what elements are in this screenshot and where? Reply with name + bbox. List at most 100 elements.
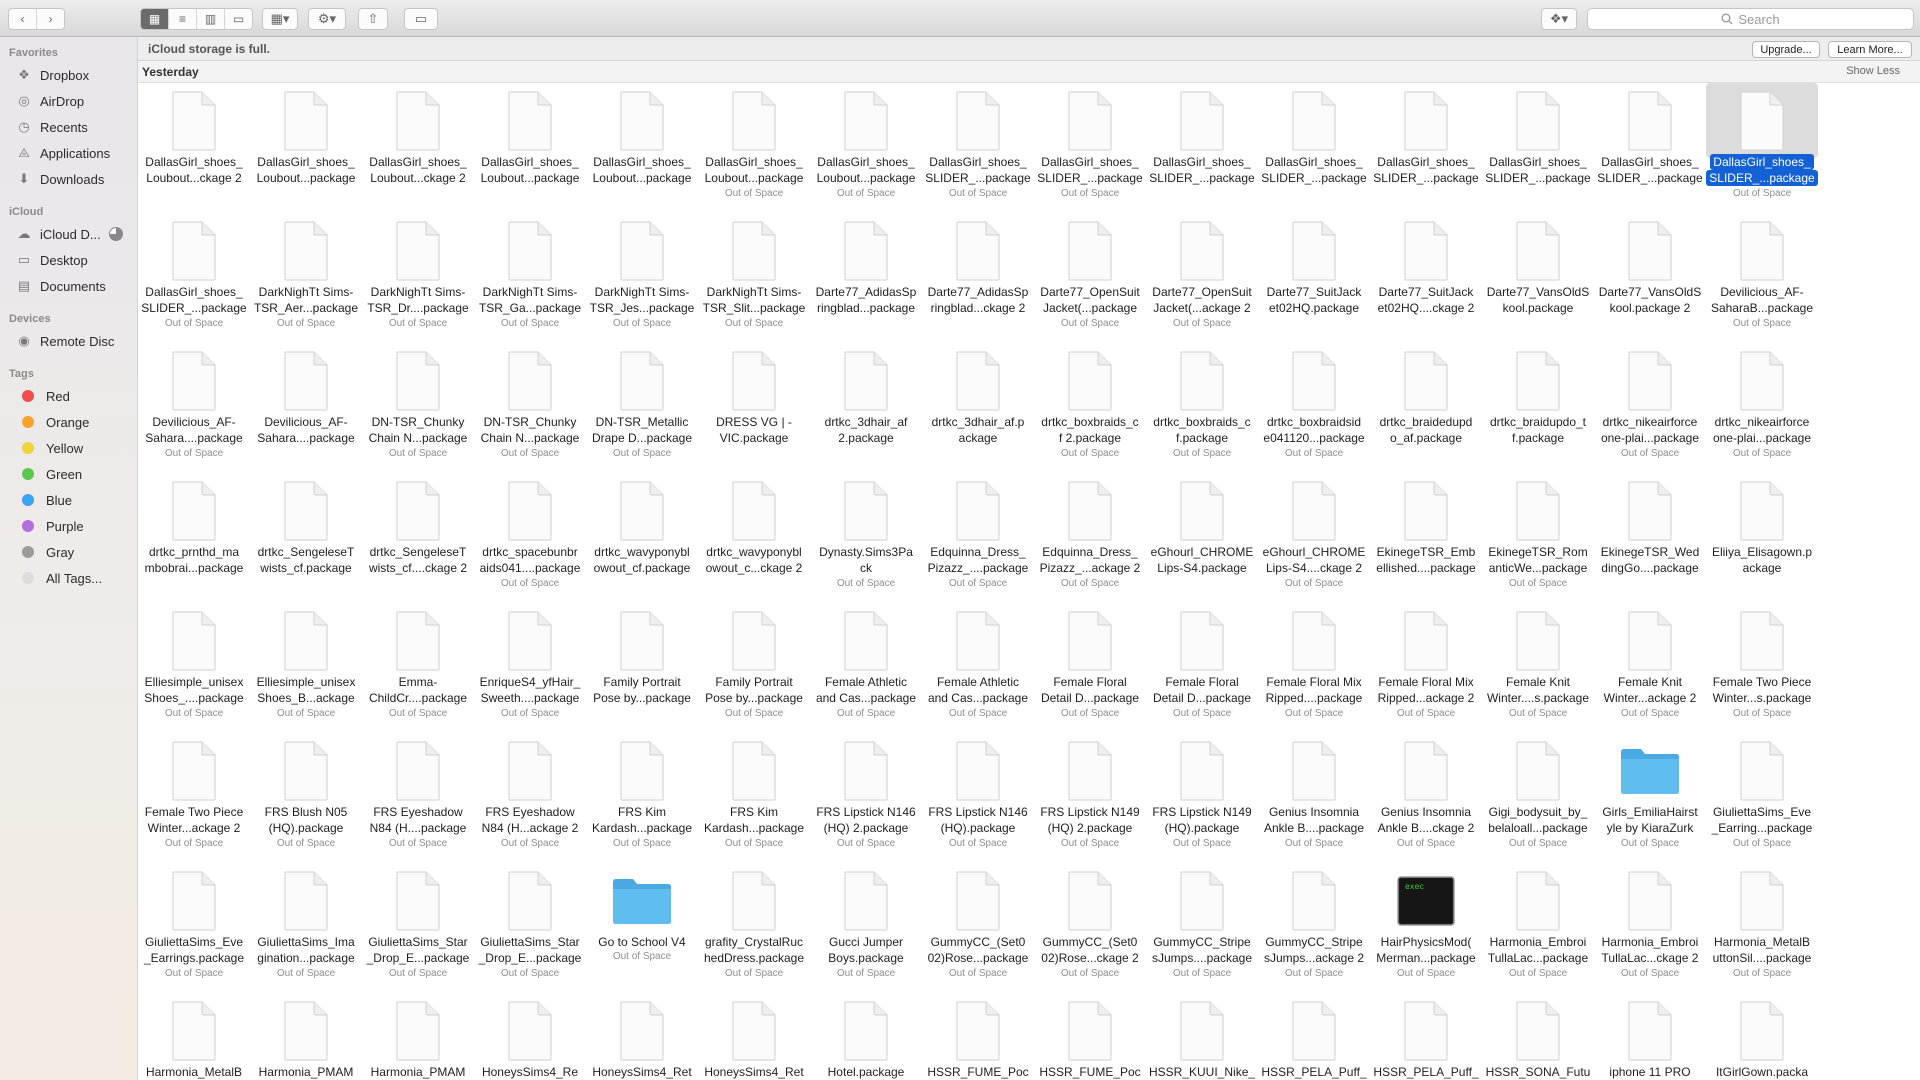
file-item[interactable]: DallasGirl_shoes_ SLIDER_...package Out of… [1034,83,1146,213]
sidebar-item-all-tags[interactable]: All Tags... [16,567,102,589]
file-item[interactable]: GiuliettaSims_Star _Drop_E...package Out o… [362,863,474,993]
file-item[interactable]: DarkNighTt Sims- TSR_Slit...package Out of… [698,213,810,343]
file-item[interactable]: HSSR_FUME_Poc [922,993,1034,1080]
file-item[interactable]: ItGirlGown.packa [1706,993,1818,1080]
file-item[interactable]: DarkNighTt Sims- TSR_Dr....package Out of … [362,213,474,343]
sidebar-item-airdrop[interactable]: ◎ AirDrop [16,90,84,112]
file-item[interactable]: Female Two Piece Winter...s.package Out of… [1706,603,1818,733]
file-item[interactable]: DallasGirl_shoes_ SLIDER_...package [1258,83,1370,213]
file-item[interactable]: Female Floral Detail D...package Out of Sp… [1034,603,1146,733]
file-item[interactable]: Darte77_AdidasSp ringblad...ckage 2 [922,213,1034,343]
file-item[interactable]: DarkNighTt Sims- TSR_Jes...package Out of … [586,213,698,343]
file-item[interactable]: GummyCC_(Set0 02)Rose...package Out of Spa… [922,863,1034,993]
file-item[interactable]: drtkc_boxbraids_c f 2.package Out of Space [1034,343,1146,473]
file-item[interactable]: drtkc_wavyponybl owout_c...ckage 2 [698,473,810,603]
back-button[interactable]: ‹ [9,9,37,29]
folder-item[interactable]: Go to School V4 Out of Space [586,863,698,993]
file-item[interactable]: HoneysSims4_Re [474,993,586,1080]
file-item[interactable]: GummyCC_Stripe sJumps...ackage 2 Out of Sp… [1258,863,1370,993]
file-item[interactable]: drtkc_nikeairforce one-plai...package Out … [1594,343,1706,473]
file-item[interactable]: FRS Kim Kardash...package Out of Space [698,733,810,863]
file-item[interactable]: Harmonia_MetalB uttonSil....package Out of… [1706,863,1818,993]
file-item[interactable]: Darte77_VansOldS kool.package 2 [1594,213,1706,343]
file-item[interactable]: Devilicious_AF- SaharaB...package Out of S… [1706,213,1818,343]
file-item[interactable]: Edquinna_Dress_ Pizazz_...ackage 2 Out of … [1034,473,1146,603]
file-item[interactable]: Hotel.package [810,993,922,1080]
file-item[interactable]: drtkc_boxbraidsid e041120...package Out of… [1258,343,1370,473]
file-item[interactable]: EkinegeTSR_Emb ellished....package [1370,473,1482,603]
file-item[interactable]: DallasGirl_shoes_ Loubout...package [250,83,362,213]
sidebar-item-desktop[interactable]: ▭ Desktop [16,249,88,271]
file-item[interactable]: drtkc_spacebunbr aids041....package Out of… [474,473,586,603]
file-item[interactable]: FRS Kim Kardash...package Out of Space [586,733,698,863]
file-item[interactable]: HoneysSims4_Ret [698,993,810,1080]
column-view-button[interactable]: ▥ [197,9,225,29]
file-item[interactable]: DarkNighTt Sims- TSR_Aer...package Out of … [250,213,362,343]
file-item[interactable]: Darte77_OpenSuit Jacket(...package Out of … [1034,213,1146,343]
file-item[interactable]: Darte77_SuitJack et02HQ....ckage 2 [1370,213,1482,343]
search-field[interactable]: Search [1587,8,1914,30]
file-item[interactable]: Female Floral Mix Ripped...ackage 2 Out of… [1370,603,1482,733]
file-item[interactable]: DallasGirl_shoes_ Loubout...package Out of… [698,83,810,213]
file-item[interactable]: DN-TSR_Metallic Drape D...package Out of S… [586,343,698,473]
scrollbar[interactable] [1904,83,1920,1080]
file-item[interactable]: Female Floral Mix Ripped....package Out of… [1258,603,1370,733]
file-item[interactable]: DarkNighTt Sims- TSR_Ga...package Out of S… [474,213,586,343]
file-item[interactable]: Emma- ChildCr....package Out of Space [362,603,474,733]
file-item[interactable]: GiuliettaSims_Ima gination...package Out o… [250,863,362,993]
file-item[interactable]: drtkc_braidedupd o_af.package [1370,343,1482,473]
file-item[interactable]: FRS Eyeshadow N84 (H...ackage 2 Out of Spa… [474,733,586,863]
file-item[interactable]: Female Floral Detail D...package Out of Sp… [1146,603,1258,733]
gallery-view-button[interactable]: ▭ [225,9,252,29]
file-item[interactable]: FRS Blush N05 (HQ).package Out of Space [250,733,362,863]
share-button[interactable]: ⇧ [358,8,388,30]
file-item[interactable]: HSSR_PELA_Puff_ [1258,993,1370,1080]
sidebar-item-red[interactable]: Red [16,385,70,407]
file-item[interactable]: HSSR_KUUI_Nike_ [1146,993,1258,1080]
file-item[interactable]: DallasGirl_shoes_ SLIDER_...package Out of… [922,83,1034,213]
file-item[interactable]: grafity_CrystalRuc hedDress.package Out of… [698,863,810,993]
file-item[interactable]: drtkc_SengeleseT wists_cf.package [250,473,362,603]
sidebar-item-yellow[interactable]: Yellow [16,437,83,459]
dropbox-menu-button[interactable]: ❖▾ [1541,8,1577,30]
file-item[interactable]: DallasGirl_shoes_ Loubout...package Out of… [810,83,922,213]
file-item[interactable]: Edquinna_Dress_ Pizazz_....package Out of … [922,473,1034,603]
file-item[interactable]: Genius Insomnia Ankle B....ckage 2 Out of … [1370,733,1482,863]
sidebar-item-dropbox[interactable]: ❖ Dropbox [16,64,89,86]
file-item[interactable]: FRS Lipstick N149 (HQ) 2.package Out of Sp… [1034,733,1146,863]
file-item[interactable]: GummyCC_Stripe sJumps....package Out of Sp… [1146,863,1258,993]
sidebar-item-remote-disc[interactable]: ◉ Remote Disc [16,330,114,352]
file-item[interactable]: Elliesimple_unisex Shoes_....package Out o… [138,603,250,733]
file-item[interactable]: Harmonia_MetalB [138,993,250,1080]
file-item[interactable]: Family Portrait Pose by...package [586,603,698,733]
file-item[interactable]: drtkc_3dhair_af.p ackage [922,343,1034,473]
upgrade-button[interactable]: Upgrade... [1752,41,1820,58]
file-item[interactable]: DallasGirl_shoes_ Loubout...package [586,83,698,213]
file-item[interactable]: HoneysSims4_Ret [586,993,698,1080]
file-item[interactable]: Devilicious_AF- Sahara....package Out of S… [138,343,250,473]
file-item[interactable]: Genius Insomnia Ankle B....package Out of … [1258,733,1370,863]
tags-button[interactable]: ▭ [404,8,438,30]
file-item[interactable]: DallasGirl_shoes_ SLIDER_...package [1482,83,1594,213]
file-item[interactable]: Devilicious_AF- Sahara....package [250,343,362,473]
file-item[interactable]: DN-TSR_Chunky Chain N...package Out of Spa… [474,343,586,473]
file-item[interactable]: exec HairPhysicsMod(Merman...package Out o… [1370,863,1482,993]
icon-view-button[interactable]: ▦ [141,9,169,29]
file-item[interactable]: DallasGirl_shoes_ SLIDER_...package [1146,83,1258,213]
file-item[interactable]: DallasGirl_shoes_ SLIDER_...package [1594,83,1706,213]
file-item[interactable]: Harmonia_Embroi TullaLac...ckage 2 Out of … [1594,863,1706,993]
file-item[interactable]: iphone 11 PRO [1594,993,1706,1080]
file-item[interactable]: drtkc_prnthd_ma mbobrai...package [138,473,250,603]
file-item[interactable]: EnriqueS4_yfHair_ Sweeth....package Out of… [474,603,586,733]
sidebar-item-documents[interactable]: ▤ Documents [16,275,106,297]
file-item[interactable]: Darte77_SuitJack et02HQ.package [1258,213,1370,343]
file-item[interactable]: Dynasty.Sims3Pa ck Out of Space [810,473,922,603]
file-item[interactable]: drtkc_nikeairforce one-plai...package Out … [1706,343,1818,473]
file-item[interactable]: HSSR_SONA_Futu [1482,993,1594,1080]
sidebar-item-green[interactable]: Green [16,463,82,485]
sidebar-item-gray[interactable]: Gray [16,541,74,563]
file-item[interactable]: Female Athletic and Cas...package Out of S… [922,603,1034,733]
file-item[interactable]: Elliesimple_unisex Shoes_B...ackage Out of… [250,603,362,733]
sidebar-item-orange[interactable]: Orange [16,411,89,433]
file-item[interactable]: Harmonia_PMAM [362,993,474,1080]
